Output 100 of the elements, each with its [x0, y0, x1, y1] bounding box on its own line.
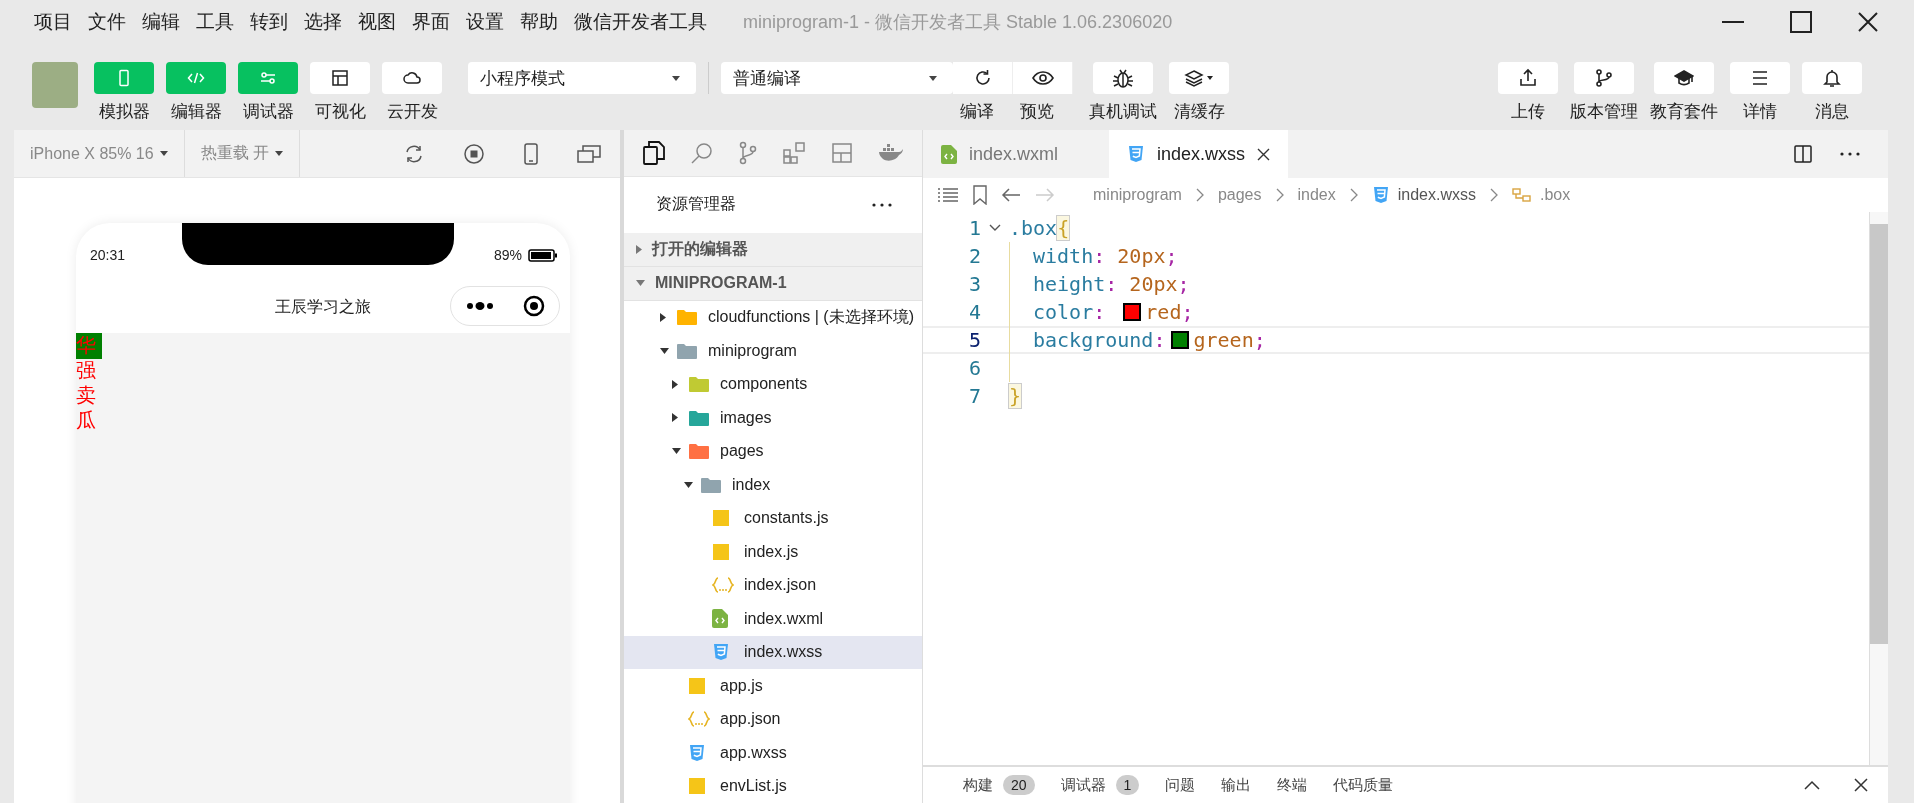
menu-item[interactable]: 转到	[250, 9, 288, 35]
breadcrumb-item[interactable]: pages	[1217, 186, 1262, 204]
bookmark-icon[interactable]	[973, 185, 987, 205]
toolbar-button[interactable]	[1654, 62, 1714, 94]
stop-icon[interactable]	[463, 142, 485, 165]
chevron-right-icon	[1349, 188, 1358, 202]
caret-icon	[275, 151, 284, 156]
blocks-icon[interactable]	[781, 140, 806, 165]
toolbar-button[interactable]	[1802, 62, 1862, 94]
toolbar-button[interactable]	[953, 62, 1013, 94]
color-swatch[interactable]	[1171, 331, 1190, 349]
menu-item[interactable]: 视图	[358, 9, 396, 35]
file-tree-item[interactable]: index.js	[624, 535, 922, 569]
close-icon[interactable]	[1858, 12, 1878, 32]
menu-item[interactable]: 微信开发者工具	[574, 9, 707, 35]
file-tree-item[interactable]: constants.js	[624, 501, 922, 535]
file-tree-item[interactable]: cloudfunctions | (未选择环境)	[624, 300, 922, 334]
toolbar-label: 可视化	[314, 101, 366, 123]
explorer-section[interactable]: 打开的编辑器	[624, 232, 922, 267]
menu-item[interactable]: 编辑	[142, 9, 180, 35]
color-swatch[interactable]	[1123, 303, 1142, 321]
toolbar-label: 真机调试	[1089, 101, 1157, 123]
file-tree-item[interactable]: index.json	[624, 568, 922, 602]
menu-item[interactable]: 文件	[88, 9, 126, 35]
file-tree-item[interactable]: app.js	[624, 669, 922, 703]
close-icon[interactable]	[1854, 778, 1868, 792]
menu-item[interactable]: 选择	[304, 9, 342, 35]
menu-item[interactable]: 设置	[466, 9, 504, 35]
fold-chevron-icon[interactable]	[989, 224, 1001, 232]
whale-icon[interactable]	[877, 142, 904, 163]
toolbar-button[interactable]	[1013, 62, 1073, 94]
css-file-icon	[688, 743, 706, 762]
folder-icon	[700, 475, 722, 494]
windows-icon[interactable]	[577, 143, 601, 164]
editor-tab[interactable]: index.wxml	[923, 130, 1109, 178]
line-number: 2	[967, 244, 981, 268]
more-icon[interactable]	[872, 202, 892, 207]
mode-dropdown[interactable]: 小程序模式	[468, 62, 696, 94]
phone-icon[interactable]	[523, 142, 539, 165]
panel-tab[interactable]: 终端	[1277, 775, 1308, 795]
folder-icon	[688, 408, 710, 427]
folder-icon	[676, 341, 698, 360]
maximize-icon[interactable]	[1790, 11, 1812, 33]
file-tree-item[interactable]: images	[624, 401, 922, 435]
close-icon[interactable]	[1257, 147, 1271, 161]
breadcrumb-item[interactable]: index	[1297, 186, 1336, 204]
file-tree-item[interactable]: components	[624, 367, 922, 401]
panel-tab[interactable]: 构建	[963, 775, 993, 795]
file-tree-item[interactable]: app.json	[624, 702, 922, 736]
back-arrow-icon[interactable]	[1001, 187, 1021, 203]
collapsed-arrow-icon	[672, 413, 678, 423]
more-icon[interactable]	[1840, 152, 1860, 156]
panel-tab[interactable]: 调试器	[1060, 775, 1106, 795]
file-tree-item[interactable]: app.wxss	[624, 736, 922, 770]
menu-icon	[1750, 68, 1770, 88]
files-icon[interactable]	[642, 140, 665, 165]
menu-item[interactable]: 界面	[412, 9, 450, 35]
menu-item[interactable]: 帮助	[520, 9, 558, 35]
toolbar-button[interactable]	[1574, 62, 1634, 94]
split-editor-icon[interactable]	[1794, 145, 1812, 163]
compile-dropdown[interactable]: 普通编译	[721, 62, 953, 94]
toolbar-button[interactable]	[310, 62, 370, 94]
panel-tab[interactable]: 问题	[1165, 775, 1196, 795]
toolbar-button[interactable]	[382, 62, 442, 94]
menu-item[interactable]: 项目	[34, 9, 72, 35]
file-tree-item[interactable]: index	[624, 468, 922, 502]
file-tree-item[interactable]: envList.js	[624, 769, 922, 803]
caret-icon	[929, 75, 937, 81]
chevron-up-icon[interactable]	[1804, 780, 1820, 790]
scrollbar-thumb[interactable]	[1870, 224, 1888, 644]
collapsed-arrow-icon	[672, 379, 678, 389]
battery-percent: 89%	[493, 247, 522, 263]
file-tree-item[interactable]: pages	[624, 434, 922, 468]
toolbar-label: 模拟器	[98, 101, 150, 123]
minimize-icon[interactable]	[1722, 20, 1744, 24]
search-icon[interactable]	[689, 140, 714, 165]
toolbar-button[interactable]	[1093, 62, 1153, 94]
breadcrumb-item[interactable]: index.wxss	[1397, 186, 1476, 204]
editor-tab[interactable]: index.wxss	[1109, 130, 1289, 178]
css-file-icon	[1371, 186, 1390, 204]
panel-tab[interactable]: 代码质量	[1333, 775, 1394, 795]
panel-tab[interactable]: 输出	[1221, 775, 1252, 795]
explorer-section[interactable]: MINIPROGRAM-1	[624, 266, 922, 301]
code-token: width	[1033, 244, 1094, 268]
panel-icon[interactable]	[830, 141, 853, 164]
toolbar-button[interactable]	[1169, 62, 1229, 94]
toolbar-button[interactable]	[1730, 62, 1790, 94]
file-tree-item[interactable]: index.wxml	[624, 602, 922, 636]
toolbar-label: 预览	[1020, 101, 1054, 123]
file-tree-item[interactable]: miniprogram	[624, 334, 922, 368]
branch-icon[interactable]	[738, 140, 757, 165]
caret-icon	[672, 75, 680, 81]
breadcrumb-item[interactable]: miniprogram	[1093, 186, 1182, 204]
file-tree-item[interactable]: index.wxss	[624, 635, 922, 669]
toolbar-button[interactable]	[1498, 62, 1558, 94]
menu-item[interactable]: 工具	[196, 9, 234, 35]
code-token: color	[1033, 300, 1094, 324]
list-icon[interactable]	[937, 187, 959, 203]
code-file-icon	[712, 609, 728, 629]
breadcrumb-item[interactable]: .box	[1540, 186, 1571, 204]
